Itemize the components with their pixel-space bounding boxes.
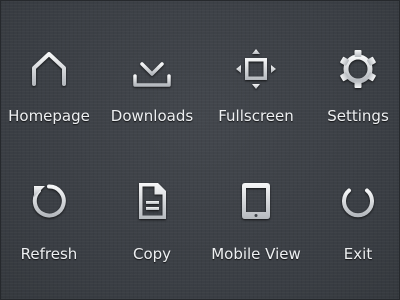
mobile-view-button[interactable]: Mobile View — [208, 172, 304, 292]
exit-label: Exit — [343, 245, 373, 263]
fullscreen-label: Fullscreen — [218, 107, 294, 125]
tablet-icon — [236, 181, 276, 221]
download-icon — [132, 49, 172, 89]
home-icon — [29, 49, 69, 89]
mobile-view-label: Mobile View — [211, 245, 301, 263]
power-icon — [338, 181, 378, 221]
refresh-label: Refresh — [20, 245, 78, 263]
downloads-label: Downloads — [110, 107, 194, 125]
settings-button[interactable]: Settings — [310, 41, 400, 161]
refresh-button[interactable]: Refresh — [1, 172, 97, 292]
document-icon — [132, 181, 172, 221]
gear-icon — [338, 49, 378, 89]
copy-button[interactable]: Copy — [104, 172, 200, 292]
settings-label: Settings — [327, 107, 389, 125]
copy-label: Copy — [132, 245, 172, 263]
homepage-label: Homepage — [8, 107, 90, 125]
refresh-icon — [29, 181, 69, 221]
menu-panel: Homepage Downloads Fullscreen Settings R… — [0, 0, 400, 300]
downloads-button[interactable]: Downloads — [104, 41, 200, 161]
exit-button[interactable]: Exit — [310, 172, 400, 292]
fullscreen-button[interactable]: Fullscreen — [208, 41, 304, 161]
homepage-button[interactable]: Homepage — [1, 41, 97, 161]
fullscreen-icon — [236, 49, 276, 89]
